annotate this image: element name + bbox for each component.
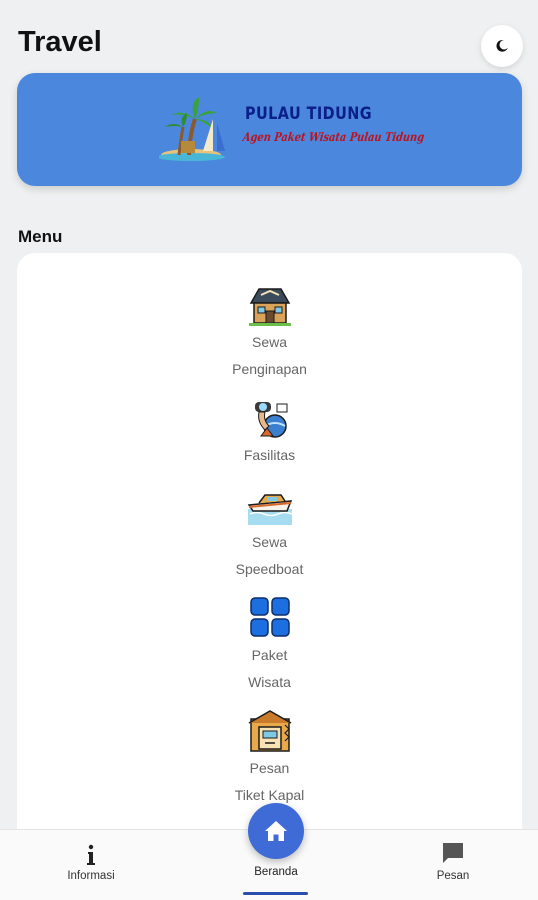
island-logo [159, 97, 225, 161]
info-icon [87, 844, 95, 865]
menu-item-label: Paket [251, 647, 288, 663]
menu-item-label: Sewa [251, 534, 287, 550]
banner-title: PULAU TIDUNG [245, 104, 373, 124]
message-icon [443, 843, 463, 863]
menu-card: Sewa Penginapan Fasilitas Sewa Speedboat… [17, 253, 522, 873]
home-button[interactable] [248, 803, 304, 859]
nav-informasi-label: Informasi [67, 870, 115, 882]
menu-item-label: Sewa [251, 334, 288, 350]
menu-item-label: Speedboat [235, 560, 304, 577]
menu-item-fasilitas[interactable]: Fasilitas [17, 396, 522, 469]
nav-beranda-label: Beranda [254, 866, 298, 878]
nav-pesan[interactable]: Pesan [428, 830, 478, 900]
menu-item-label: Penginapan [232, 360, 307, 377]
menu-item-paket-wisata[interactable]: Paket Wisata [17, 596, 522, 695]
menu-item-label: Pesan [249, 760, 290, 776]
active-tab-indicator [243, 892, 308, 895]
ticket-icon [248, 710, 291, 752]
app-title: Travel [18, 26, 102, 58]
menu-item-label: Wisata [248, 673, 291, 690]
nav-pesan-label: Pesan [436, 870, 470, 882]
moon-icon [496, 39, 508, 52]
house-icon [248, 288, 291, 326]
speedboat-icon [247, 494, 292, 525]
diving-icon [254, 402, 287, 438]
menu-item-label: Fasilitas [243, 447, 296, 463]
menu-section-title: Menu [18, 227, 63, 246]
banner-subtitle: Agen Paket Wisata Pulau Tidung [242, 130, 425, 144]
promo-banner: PULAU TIDUNG Agen Paket Wisata Pulau Tid… [17, 73, 522, 186]
menu-item-sewa-penginapan[interactable]: Sewa Penginapan [17, 283, 522, 382]
theme-toggle-button[interactable] [481, 25, 523, 67]
home-icon [265, 821, 287, 841]
menu-item-pesan-tiket-kapal[interactable]: Pesan Tiket Kapal [17, 709, 522, 808]
menu-item-sewa-speedboat[interactable]: Sewa Speedboat [17, 483, 522, 582]
nav-informasi[interactable]: Informasi [60, 830, 122, 900]
grid-icon [249, 597, 290, 637]
